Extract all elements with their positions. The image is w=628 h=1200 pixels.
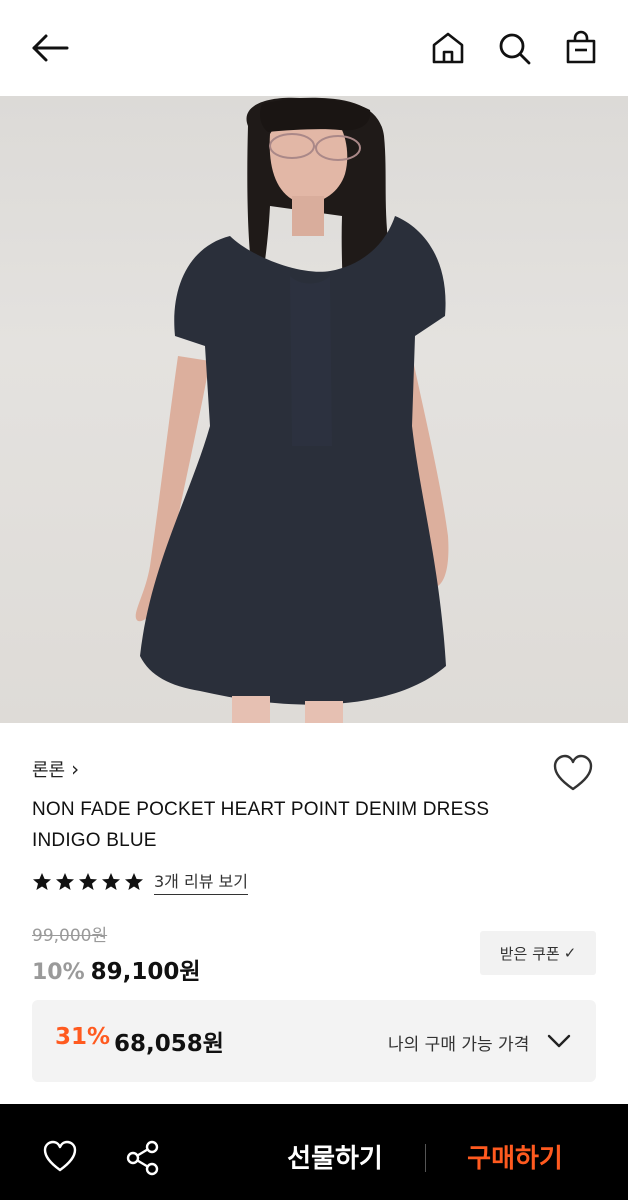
star-icon — [79, 872, 97, 890]
home-icon[interactable] — [428, 28, 468, 68]
sale-price: 89,100원 — [90, 959, 201, 985]
rating-stars — [32, 872, 144, 892]
chevron-right-icon: › — [71, 757, 80, 781]
gift-button[interactable]: 선물하기 — [270, 1134, 400, 1178]
star-icon — [125, 872, 143, 890]
coupon-label: 받은 쿠폰 — [499, 944, 560, 963]
received-coupon-button[interactable]: 받은 쿠폰 ✓ — [480, 931, 596, 975]
discount-rate: 10% — [32, 960, 85, 985]
best-price-discount: 31% — [55, 1024, 111, 1050]
star-icon — [56, 872, 74, 890]
star-icon — [33, 872, 51, 890]
price-row: 10% 89,100원 — [32, 952, 201, 986]
brand-name: 론론 — [32, 760, 66, 781]
product-title: NON FADE POCKET HEART POINT DENIM DRESS … — [32, 794, 572, 856]
my-best-price-panel[interactable]: 31% 68,058원 나의 구매 가능 가격 — [32, 1000, 596, 1082]
product-image-carousel[interactable] — [0, 96, 628, 723]
heart-icon[interactable] — [42, 1139, 78, 1175]
back-arrow-icon[interactable] — [30, 28, 70, 68]
product-photo — [135, 97, 449, 723]
buy-button[interactable]: 구매하기 — [450, 1134, 580, 1178]
chevron-down-icon[interactable] — [546, 1028, 572, 1054]
best-price-amount: 68,058원 — [114, 1031, 224, 1057]
top-navigation-bar — [0, 0, 628, 96]
product-title-line-2: INDIGO BLUE — [32, 830, 157, 851]
original-price: 99,000원 — [32, 926, 108, 946]
review-link[interactable]: 3개 리뷰 보기 — [154, 868, 248, 895]
product-title-line-1: NON FADE POCKET HEART POINT DENIM DRESS — [32, 799, 490, 820]
shopping-bag-icon[interactable] — [561, 28, 601, 68]
best-price-label: 나의 구매 가능 가격 — [388, 1035, 530, 1055]
star-icon — [102, 872, 120, 890]
search-icon[interactable] — [494, 28, 534, 68]
bottom-bar-divider — [425, 1144, 426, 1172]
rating-row: 3개 리뷰 보기 — [32, 868, 248, 895]
share-icon[interactable] — [124, 1139, 162, 1177]
check-icon: ✓ — [563, 944, 577, 962]
wishlist-heart-icon[interactable] — [552, 754, 594, 794]
brand-link[interactable]: 론론 › — [32, 756, 79, 782]
bottom-action-bar: 선물하기 구매하기 — [0, 1104, 628, 1200]
